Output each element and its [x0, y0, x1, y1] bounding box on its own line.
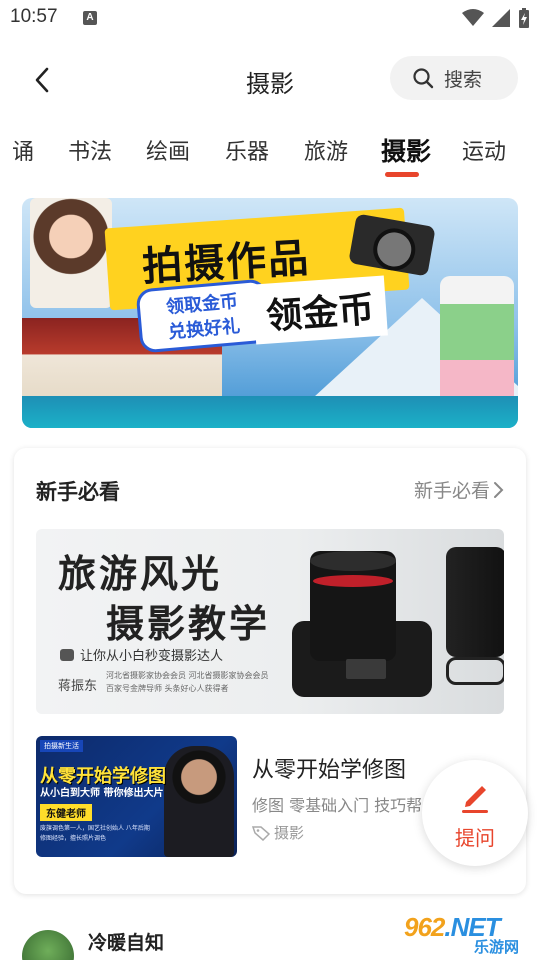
feature-credit: 头条好心人获得者	[164, 684, 229, 693]
feature-tagline-text: 让你从小白秒变摄影达人	[80, 649, 224, 664]
battery-icon	[519, 8, 529, 28]
banner-water-image	[22, 396, 518, 428]
tab-photography[interactable]: 摄影	[381, 132, 431, 168]
feature-tagline: 让你从小白秒变摄影达人	[60, 645, 223, 664]
glasses-image	[446, 657, 504, 685]
site-watermark-logo: 962.NET 乐游网	[400, 912, 536, 958]
category-tabs: 诵 书法 绘画 乐器 旅游 摄影 运动	[0, 128, 540, 180]
banner-pill: 领取金币 兑换好礼	[135, 278, 271, 354]
feature-credit: 百家号金牌导师	[106, 684, 162, 693]
tab-travel[interactable]: 旅游	[304, 134, 348, 166]
feature-title-line1: 旅游风光	[58, 552, 223, 596]
feature-credit: 河北省摄影家协会会员	[188, 671, 269, 680]
section-more-label: 新手必看	[413, 480, 490, 502]
header: 摄影 搜索	[0, 52, 540, 108]
course-tag-label: 摄影	[274, 824, 305, 842]
status-time: 10:57	[10, 6, 58, 27]
wifi-icon	[462, 9, 484, 26]
ask-button-label: 提问	[455, 826, 495, 850]
dslr-camera-image	[292, 551, 432, 697]
chevron-left-icon	[35, 67, 49, 93]
course-thumbnail: 拍摄新生活 从零开始学修图 从小白到大师 带你修出大片 东健老师 废旗调色第一人…	[36, 736, 237, 857]
banner-girl-image	[30, 198, 112, 308]
signal-icon	[492, 9, 510, 27]
thumb-subtitle: 从小白到大师 带你修出大片	[40, 788, 164, 799]
back-button[interactable]	[24, 62, 60, 98]
thumb-photographer-image	[164, 746, 234, 857]
avatar[interactable]	[22, 930, 74, 960]
camera-small-icon	[60, 648, 74, 661]
section-title: 新手必看	[36, 480, 120, 504]
lens-image	[446, 547, 504, 657]
course-title: 从零开始学修图	[252, 758, 407, 783]
status-bar: 10:57 A	[0, 0, 540, 36]
thumb-teacher: 东健老师	[40, 804, 92, 821]
banner-couple-image	[440, 276, 514, 416]
search-button[interactable]: 搜索	[390, 56, 518, 100]
watermark-logo-part1: 962	[404, 912, 445, 942]
feature-credit: 河北省摄影家协会会员	[106, 671, 186, 680]
notification-icon: A	[83, 11, 97, 25]
post-username: 冷暖自知	[88, 932, 165, 954]
tab-calligraphy[interactable]: 书法	[68, 134, 112, 166]
watermark-sub: 乐游网	[474, 938, 520, 956]
search-icon	[413, 68, 434, 89]
tab-sports[interactable]: 运动	[462, 134, 506, 166]
banner-subtitle: 领金币	[252, 275, 388, 345]
course-tag: 摄影	[252, 822, 304, 843]
ask-question-button[interactable]: 提问	[422, 760, 528, 866]
tab-instrument[interactable]: 乐器	[225, 134, 269, 166]
feature-credits: 河北省摄影家协会会员 河北省摄影家协会会员 百家号金牌导师 头条好心人获得者	[106, 669, 286, 695]
course-description: 修图 零基础入门 技巧帮	[252, 796, 423, 815]
tag-icon	[252, 825, 270, 841]
chevron-right-icon	[494, 481, 504, 498]
pencil-icon	[462, 786, 488, 813]
tab-recite[interactable]: 诵	[12, 134, 34, 166]
section-more-link[interactable]: 新手必看	[414, 476, 504, 503]
search-label: 搜索	[444, 68, 483, 91]
active-tab-indicator	[385, 172, 419, 177]
status-icons	[462, 8, 530, 28]
promo-banner[interactable]: 拍摄作品 领取金币 兑换好礼 领金币	[22, 198, 518, 428]
thumb-badge: 拍摄新生活	[40, 740, 83, 752]
feature-author: 蒋振东	[58, 679, 98, 694]
featured-course-banner[interactable]: 旅游风光 摄影教学 让你从小白秒变摄影达人 蒋振东 河北省摄影家协会会员 河北省…	[36, 529, 504, 714]
thumb-description: 废旗调色第一人，国艺社创始人 八年后期修图经验，擅长照片调色	[40, 825, 150, 842]
tab-painting[interactable]: 绘画	[146, 134, 190, 166]
feature-title-line2: 摄影教学	[106, 602, 271, 646]
